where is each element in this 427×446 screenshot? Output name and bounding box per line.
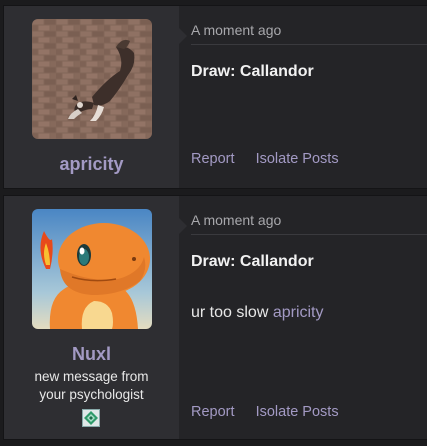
charmander-avatar: [32, 209, 152, 329]
post-title: Draw: Callandor: [191, 253, 314, 270]
dog-photo-avatar: [32, 19, 152, 139]
post: Nuxl new message from your psychologist …: [3, 195, 427, 440]
post-author-panel: Nuxl new message from your psychologist: [4, 196, 187, 439]
user-title-line: new message from: [34, 369, 149, 384]
user-title-line: your psychologist: [39, 387, 144, 402]
post: apricity A moment ago Draw: Callandor Re…: [3, 5, 427, 189]
divider: [191, 234, 427, 235]
post-content: A moment ago Draw: Callandor ur too slow…: [179, 196, 427, 439]
avatar[interactable]: [32, 209, 152, 329]
timestamp[interactable]: A moment ago: [191, 22, 281, 38]
report-link[interactable]: Report: [191, 151, 235, 167]
username[interactable]: Nuxl: [4, 344, 179, 365]
isolate-posts-link[interactable]: Isolate Posts: [256, 404, 339, 420]
divider: [191, 44, 427, 45]
timestamp[interactable]: A moment ago: [191, 212, 281, 228]
user-mention-link[interactable]: apricity: [273, 304, 324, 321]
post-content: A moment ago Draw: Callandor Report Isol…: [179, 6, 427, 188]
diamond-badge-icon: [82, 409, 100, 427]
report-link[interactable]: Report: [191, 404, 235, 420]
avatar[interactable]: [32, 19, 152, 139]
post-actions: Report Isolate Posts: [191, 151, 339, 167]
post-title: Draw: Callandor: [191, 63, 314, 80]
isolate-posts-link[interactable]: Isolate Posts: [256, 151, 339, 167]
message-text: ur too slow: [191, 304, 273, 321]
username[interactable]: apricity: [4, 154, 179, 175]
post-author-panel: apricity: [4, 6, 187, 188]
user-title: new message from your psychologist: [4, 368, 179, 404]
post-actions: Report Isolate Posts: [191, 404, 339, 420]
post-message: ur too slow apricity: [191, 304, 324, 322]
